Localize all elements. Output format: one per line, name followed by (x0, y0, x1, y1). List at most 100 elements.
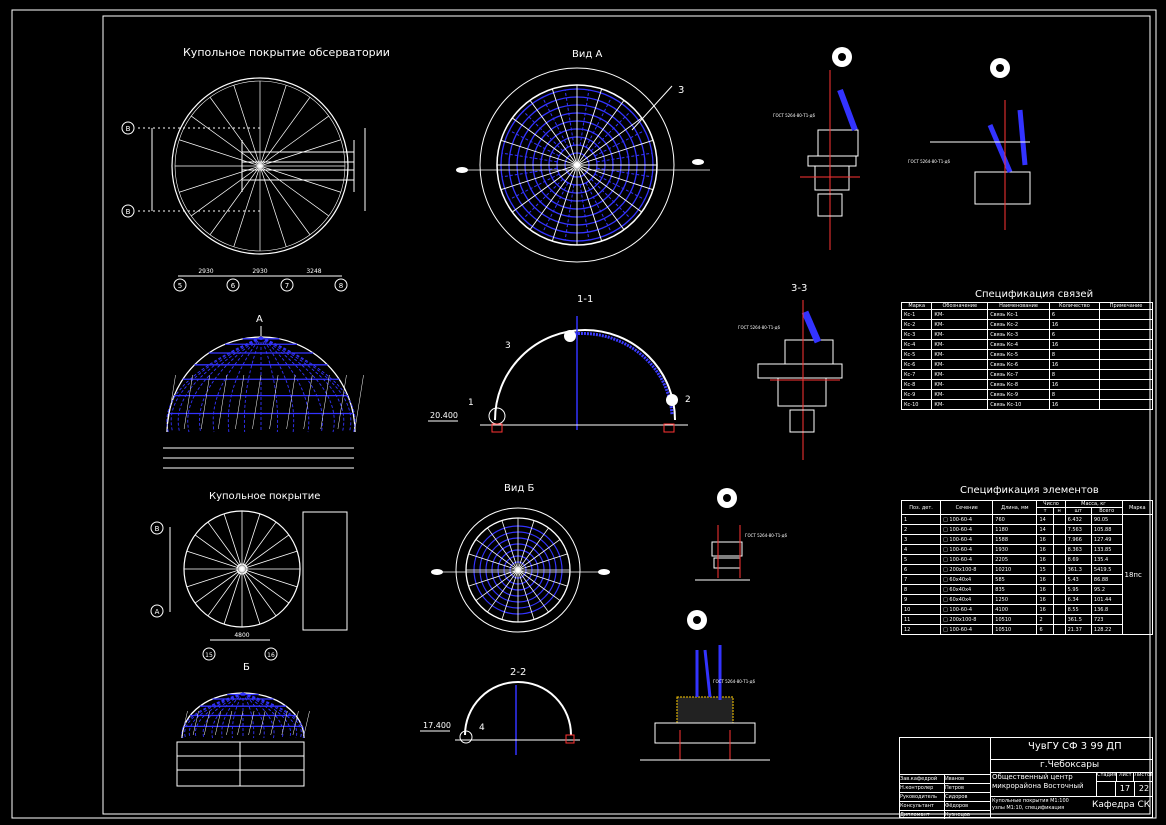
cell: КМ- (931, 389, 989, 400)
table-row: 2 □ 100-60-4 1180 14 7.563 105.88 (900, 524, 1153, 535)
role: Дипломант (900, 811, 945, 819)
cell: 1250 (992, 594, 1038, 605)
dim-3: 3248 (306, 268, 321, 275)
cell: Связь Кс-10 (987, 399, 1050, 410)
cell: 16 (1036, 554, 1054, 565)
title-block: Зав.кафедрой Иванов Н.контролер Петров Руков… (899, 737, 1153, 819)
table-row: 11 □ 200х100-8 10510 2 361.5 723 (900, 614, 1153, 625)
cell: 86.88 (1090, 574, 1123, 585)
cell: □ 100-60-4 (940, 544, 994, 555)
cell (1099, 369, 1153, 380)
cell (1099, 399, 1153, 410)
cell: 6.432 (1064, 514, 1092, 525)
observatory-title: Купольное покрытие обсерватории (183, 46, 390, 59)
cell: КМ- (931, 359, 989, 370)
axis-bubble-15: 15 (202, 647, 216, 661)
sheet-total: 22 (1138, 784, 1150, 793)
cell: 7.966 (1064, 534, 1092, 545)
cell (1052, 574, 1066, 585)
svg-text:B: B (126, 208, 131, 216)
spec-elements-title: Спецификация элементов (960, 485, 1099, 496)
cell (1099, 329, 1153, 340)
node-1: ГОСТ 5264-80-Т1-д6 (773, 47, 860, 250)
cell (1099, 339, 1153, 350)
cell: 585 (992, 574, 1038, 585)
col-count: Число (1036, 500, 1066, 508)
signer-name: Сидоров (945, 794, 968, 800)
axis-bubble-5: 5 (173, 278, 187, 292)
cell: 3 (900, 534, 942, 545)
cell: 8 (1048, 369, 1101, 380)
svg-text:B: B (155, 525, 160, 533)
cell: 8.55 (1064, 604, 1092, 615)
signature-row: Н.контролер Петров (900, 783, 990, 792)
col-pos: Поз. дет. (900, 500, 942, 515)
svg-text:16: 16 (267, 652, 275, 659)
section-3-3: 3-3 ГОСТ 5264-80-Т1-д6 (738, 283, 843, 460)
cell: 10210 (992, 564, 1038, 575)
cell: Кс-2 (900, 319, 933, 330)
cell: Связь Кс-4 (987, 339, 1050, 350)
table-row: Кс-9 КМ- Связь Кс-9 8 (900, 389, 1153, 400)
cell: 8 (900, 584, 942, 595)
cell: Связь Кс-6 (987, 359, 1050, 370)
spec-links-table: Марка Обозначение Наименование Количество Пр… (900, 302, 1153, 410)
cell: КМ- (931, 399, 989, 410)
table-row: 7 □ 60х40х4 585 16 5.43 86.88 (900, 574, 1153, 585)
cell: Кс-10 (900, 399, 933, 410)
role: Н.контролер (900, 784, 945, 792)
cell (1052, 534, 1066, 545)
col-length: Длина, мм (992, 500, 1038, 515)
cell: 8.363 (1064, 544, 1092, 555)
cell: □ 100-60-4 (940, 604, 994, 615)
cell (1052, 584, 1066, 595)
table-row: Кс-1 КМ- Связь Кс-1 6 (900, 309, 1153, 320)
signer-name: Иванов (945, 776, 965, 782)
cell: 10510 (992, 614, 1038, 625)
cell: 15 (1036, 564, 1054, 575)
svg-text:8: 8 (339, 282, 343, 290)
view-b: Вид Б (431, 483, 610, 633)
cell: 361.3 (1064, 564, 1092, 575)
cell: 1588 (992, 534, 1038, 545)
links-header-0: Марка (900, 302, 933, 310)
cell: 8.69 (1064, 554, 1092, 565)
cell: 135.4 (1090, 554, 1123, 565)
cell (1099, 349, 1153, 360)
table-row: 1 □ 100-60-4 760 14 6.432 90.05 18пс (900, 514, 1154, 635)
cell: 361.5 (1064, 614, 1092, 625)
sheet-number: 17 (1116, 782, 1135, 796)
cell: КМ- (931, 319, 989, 330)
cell (1052, 604, 1066, 615)
table-row: Кс-10 КМ- Связь Кс-10 16 (900, 399, 1153, 410)
cell: 16 (1036, 604, 1054, 615)
cell: 7.563 (1064, 524, 1092, 535)
cell: 5419.5 (1090, 564, 1123, 575)
dome-title: Купольное покрытие (209, 491, 320, 502)
signer-name: Кузнецов (945, 812, 970, 818)
axis-bubble-6: 6 (226, 278, 240, 292)
node-2: ГОСТ 5264-80-Т1-д6 (908, 58, 1031, 230)
cell: 723 (1090, 614, 1123, 625)
cell: □ 100-60-4 (940, 524, 994, 535)
axis-bubble-b2: B (121, 204, 135, 218)
svg-text:15: 15 (205, 652, 213, 659)
cell (1052, 564, 1066, 575)
cell: 6 (1048, 329, 1101, 340)
cell: Кс-8 (900, 379, 933, 390)
cell: 1930 (992, 544, 1038, 555)
cell (1052, 614, 1066, 625)
cell: Кс-7 (900, 369, 933, 380)
cell (1099, 389, 1153, 400)
cell: Кс-3 (900, 329, 933, 340)
marker-3: 3 (678, 85, 684, 96)
col-grade: Марка (1121, 500, 1154, 515)
cell: 128.22 (1090, 624, 1123, 635)
cell: 1 (900, 514, 942, 525)
cell (1052, 544, 1066, 555)
table-row: Кс-8 КМ- Связь Кс-8 16 (900, 379, 1153, 390)
cell: 16 (1048, 399, 1101, 410)
cell (1052, 524, 1066, 535)
cell: 8 (1048, 349, 1101, 360)
cell: 6 (1036, 624, 1054, 635)
